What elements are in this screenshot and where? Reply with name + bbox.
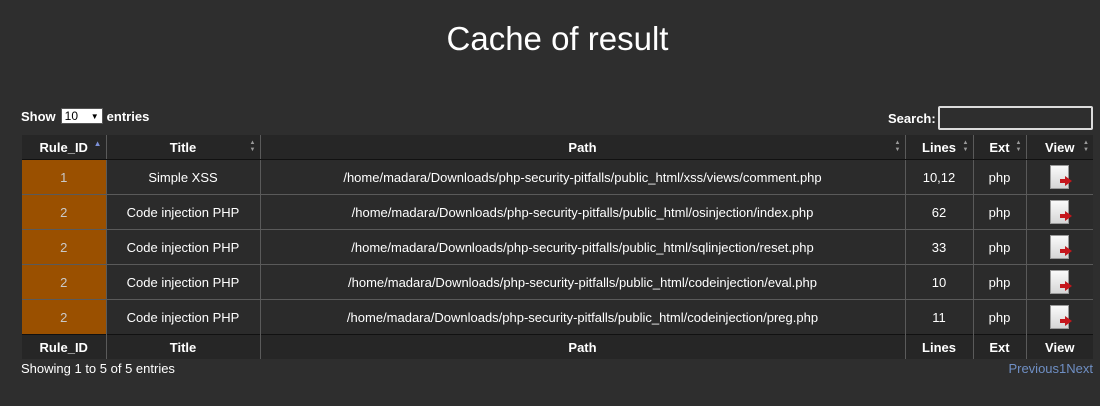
- cell-path: /home/madara/Downloads/php-security-pitf…: [259, 229, 905, 265]
- cell-view: [1025, 264, 1093, 300]
- cell-rule-id: 2: [22, 264, 106, 300]
- column-header-title[interactable]: Title ▲ ▼: [105, 135, 260, 160]
- footer-lines: Lines: [904, 334, 973, 359]
- cell-ext: php: [972, 264, 1026, 300]
- cell-view: [1025, 194, 1093, 230]
- cell-lines: 10: [904, 264, 973, 300]
- cell-lines: 11: [904, 299, 973, 335]
- table-row: 2 Code injection PHP /home/madara/Downlo…: [22, 264, 1093, 300]
- table-row: 2 Code injection PHP /home/madara/Downlo…: [22, 194, 1093, 230]
- table-row: 2 Code injection PHP /home/madara/Downlo…: [22, 299, 1093, 335]
- previous-button[interactable]: Previous: [1008, 361, 1059, 376]
- page-button-1[interactable]: 1: [1059, 361, 1066, 376]
- footer-title: Title: [105, 334, 260, 359]
- chevron-down-icon: ▼: [90, 111, 99, 121]
- column-header-label: Title: [169, 139, 197, 155]
- table-row: 2 Code injection PHP /home/madara/Downlo…: [22, 229, 1093, 265]
- sort-both-icon: ▲ ▼: [894, 140, 901, 153]
- cell-path: /home/madara/Downloads/php-security-pitf…: [259, 264, 905, 300]
- document-view-icon[interactable]: [1050, 270, 1073, 294]
- cell-path: /home/madara/Downloads/php-security-pitf…: [259, 159, 905, 195]
- table-footer-row: Rule_ID Title Path Lines Ext View: [22, 334, 1093, 359]
- search-label: Search:: [888, 110, 936, 126]
- entries-length-control: Show 10 ▼ entries: [21, 108, 149, 124]
- entries-length-select[interactable]: 10 ▼: [60, 108, 103, 124]
- sort-both-icon: ▲ ▼: [1015, 140, 1022, 153]
- cell-ext: php: [972, 229, 1026, 265]
- document-view-icon[interactable]: [1050, 200, 1073, 224]
- cell-lines: 10,12: [904, 159, 973, 195]
- footer-view: View: [1025, 334, 1093, 359]
- footer-ext: Ext: [972, 334, 1026, 359]
- footer-path: Path: [259, 334, 905, 359]
- table-row: 1 Simple XSS /home/madara/Downloads/php-…: [22, 159, 1093, 195]
- document-view-icon[interactable]: [1050, 165, 1073, 189]
- cell-rule-id: 2: [22, 229, 106, 265]
- next-button[interactable]: Next: [1066, 361, 1093, 376]
- cell-title: Code injection PHP: [105, 299, 260, 335]
- column-header-label: Path: [568, 139, 597, 155]
- column-header-path[interactable]: Path ▲ ▼: [259, 135, 905, 160]
- sort-both-icon: ▲ ▼: [1083, 140, 1089, 153]
- footer-rule-id: Rule_ID: [22, 334, 106, 359]
- cell-ext: php: [972, 299, 1026, 335]
- table-info: Showing 1 to 5 of 5 entries: [21, 361, 175, 376]
- column-header-ext[interactable]: Ext ▲ ▼: [972, 135, 1026, 160]
- table-header-row: Rule_ID ▲ Title ▲ ▼ Path ▲ ▼ Lines ▲ ▼ Ext …: [22, 135, 1093, 160]
- sort-both-icon: ▲ ▼: [249, 140, 256, 153]
- cell-ext: php: [972, 159, 1026, 195]
- cell-rule-id: 2: [22, 299, 106, 335]
- page-title: Cache of result: [446, 20, 669, 57]
- cell-rule-id: 1: [22, 159, 106, 195]
- cell-title: Code injection PHP: [105, 194, 260, 230]
- search-input[interactable]: [937, 106, 1093, 130]
- show-label: Show: [21, 108, 56, 124]
- column-header-rule-id[interactable]: Rule_ID ▲: [22, 135, 106, 160]
- cell-ext: php: [972, 194, 1026, 230]
- column-header-label: Ext: [989, 139, 1010, 155]
- column-header-lines[interactable]: Lines ▲ ▼: [904, 135, 973, 160]
- cell-path: /home/madara/Downloads/php-security-pitf…: [259, 299, 905, 335]
- cell-lines: 62: [904, 194, 973, 230]
- sort-ascending-icon: ▲: [93, 139, 102, 148]
- entries-length-value: 10: [64, 109, 79, 123]
- pagination: Previous 1 Next: [1008, 361, 1093, 376]
- column-header-label: Lines: [922, 139, 956, 155]
- column-header-label: View: [1045, 139, 1075, 155]
- column-header-label: Rule_ID: [39, 139, 88, 155]
- sort-both-icon: ▲ ▼: [962, 140, 969, 153]
- cell-path: /home/madara/Downloads/php-security-pitf…: [259, 194, 905, 230]
- document-view-icon[interactable]: [1050, 305, 1073, 329]
- cell-view: [1025, 299, 1093, 335]
- search-control: Search:: [888, 106, 1093, 130]
- cell-title: Code injection PHP: [105, 229, 260, 265]
- column-header-view[interactable]: View ▲ ▼: [1025, 135, 1093, 160]
- cell-title: Simple XSS: [105, 159, 260, 195]
- results-table: Rule_ID ▲ Title ▲ ▼ Path ▲ ▼ Lines ▲ ▼ Ext …: [22, 135, 1093, 359]
- document-view-icon[interactable]: [1050, 235, 1073, 259]
- cell-title: Code injection PHP: [105, 264, 260, 300]
- cell-lines: 33: [904, 229, 973, 265]
- cell-view: [1025, 229, 1093, 265]
- cell-view: [1025, 159, 1093, 195]
- entries-label: entries: [106, 108, 150, 124]
- cell-rule-id: 2: [22, 194, 106, 230]
